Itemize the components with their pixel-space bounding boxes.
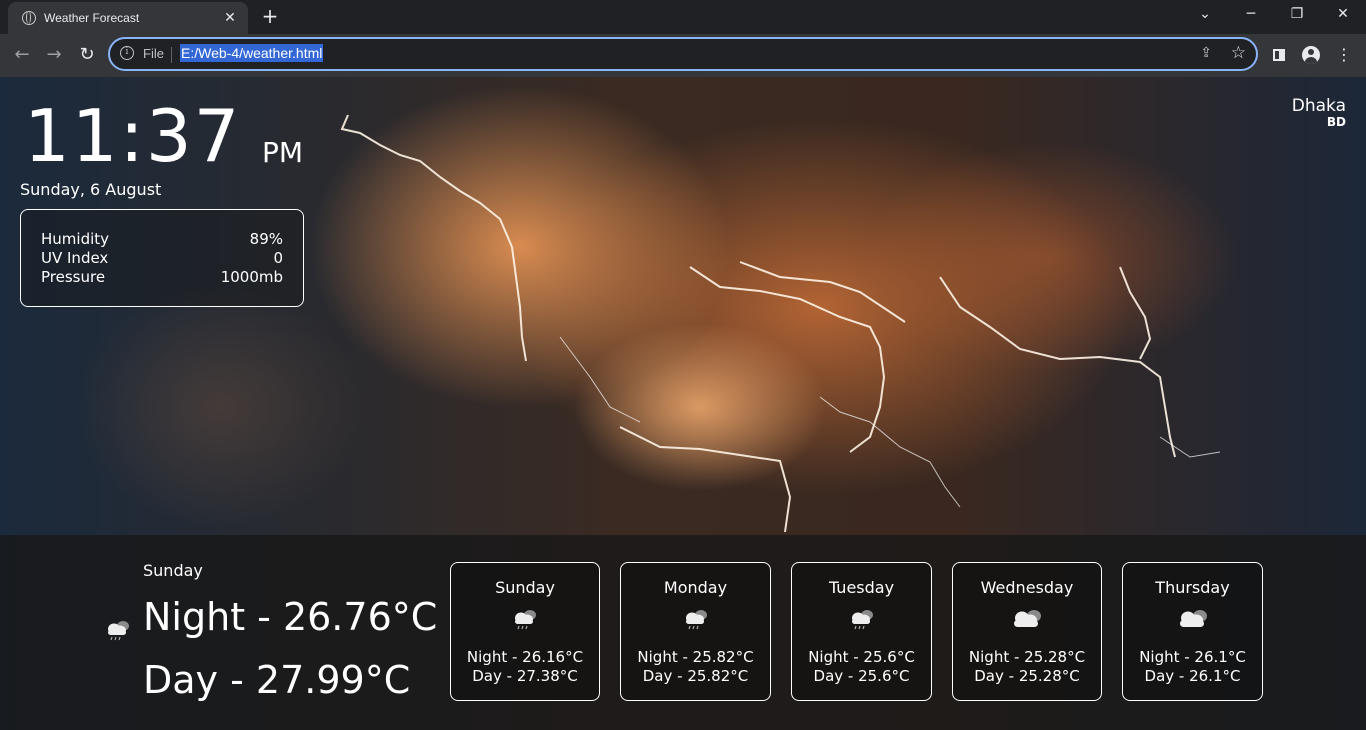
weather-page: 11:37 PM Sunday, 6 August Humidity 89% U…	[0, 77, 1366, 730]
forecast-day: Monday	[663, 578, 728, 597]
cloud-rain-icon	[108, 621, 129, 641]
tab-close-icon[interactable]: ✕	[222, 10, 238, 26]
detail-value: 89%	[249, 230, 283, 248]
detail-value: 0	[273, 249, 283, 267]
today-day-temp: Day - 27.99°C	[143, 658, 411, 702]
detail-row-uv-index: UV Index 0	[41, 249, 283, 268]
share-icon[interactable]: ⇪	[1200, 45, 1212, 61]
url-text[interactable]: E:/Web-4/weather.html	[180, 44, 324, 62]
forecast-card-monday: Monday Night - 25.82°C Day - 25.82°C	[620, 562, 771, 701]
cloud-icon	[1014, 610, 1041, 627]
side-panel-button[interactable]	[1268, 44, 1290, 66]
forecast-night-temp: Night - 26.16°C	[466, 648, 584, 666]
forecast-card-thursday: Thursday Night - 26.1°C Day - 26.1°C	[1122, 562, 1263, 701]
detail-row-humidity: Humidity 89%	[41, 230, 283, 249]
weather-details-box: Humidity 89% UV Index 0 Pressure 1000mb	[20, 209, 304, 307]
forecast-night-temp: Night - 25.6°C	[808, 648, 915, 666]
forecast-day-temp: Day - 27.38°C	[472, 667, 578, 685]
window-close-button[interactable]: ✕	[1331, 6, 1355, 22]
new-tab-button[interactable]: +	[259, 5, 281, 27]
address-bar[interactable]: i File E:/Web-4/weather.html ⇪ ☆	[108, 37, 1258, 71]
reload-button[interactable]: ↻	[75, 43, 99, 67]
detail-row-pressure: Pressure 1000mb	[41, 268, 283, 287]
restore-button[interactable]: ❐	[1285, 6, 1309, 22]
divider	[171, 47, 172, 63]
cloud-rain-icon	[515, 610, 536, 630]
today-night-temp: Night - 26.76°C	[143, 595, 438, 639]
forecast-night-temp: Night - 25.82°C	[637, 648, 754, 666]
detail-label: Pressure	[41, 268, 106, 286]
current-time: 11:37	[24, 94, 242, 178]
forecast-panel: Sunday Night - 26.76°C Day - 27.99°C Sun…	[0, 535, 1366, 730]
scheme-label: File	[143, 46, 164, 61]
detail-value: 1000mb	[220, 268, 283, 286]
globe-icon	[22, 11, 36, 25]
site-info-icon[interactable]: i	[120, 46, 134, 60]
forecast-card-sunday: Sunday Night - 26.16°C Day - 27.38°C	[450, 562, 600, 701]
am-pm-indicator: PM	[262, 136, 304, 169]
detail-label: UV Index	[41, 249, 109, 267]
forecast-day-temp: Day - 25.28°C	[974, 667, 1080, 685]
forecast-day: Wednesday	[980, 578, 1074, 597]
forecast-day-temp: Day - 25.6°C	[813, 667, 910, 685]
profile-button[interactable]	[1300, 44, 1322, 66]
forecast-day: Thursday	[1155, 578, 1230, 597]
bookmark-star-icon[interactable]: ☆	[1231, 43, 1246, 63]
back-button[interactable]: ←	[10, 43, 34, 67]
forecast-day-temp: Day - 25.82°C	[642, 667, 749, 685]
menu-kebab-icon[interactable]: ⋮	[1333, 44, 1355, 66]
location-city: Dhaka	[1291, 96, 1346, 116]
profile-avatar-icon	[1302, 46, 1320, 64]
forecast-day: Tuesday	[828, 578, 895, 597]
tab-search-chevron-icon[interactable]: ⌄	[1193, 6, 1217, 22]
detail-label: Humidity	[41, 230, 110, 248]
browser-tab-strip: Weather Forecast ✕ + ⌄ ─ ❐ ✕	[0, 0, 1366, 34]
browser-tab[interactable]: Weather Forecast ✕	[8, 2, 248, 34]
forecast-night-temp: Night - 26.1°C	[1139, 648, 1246, 666]
minimize-button[interactable]: ─	[1239, 6, 1263, 22]
side-panel-icon	[1273, 49, 1285, 61]
forecast-night-temp: Night - 25.28°C	[968, 648, 1086, 666]
browser-toolbar: ← → ↻ i File E:/Web-4/weather.html ⇪ ☆ ⋮	[0, 34, 1366, 77]
forecast-day: Sunday	[495, 578, 555, 597]
current-date: Sunday, 6 August	[20, 180, 162, 199]
tab-title: Weather Forecast	[44, 11, 140, 25]
forward-button[interactable]: →	[42, 43, 66, 67]
cloud-rain-icon	[685, 610, 707, 630]
location-country: BD	[1326, 115, 1346, 129]
today-day-label: Sunday	[143, 561, 203, 580]
forecast-card-wednesday: Wednesday Night - 25.28°C Day - 25.28°C	[952, 562, 1102, 701]
cloud-icon	[1179, 610, 1207, 627]
cloud-rain-icon	[851, 610, 873, 630]
forecast-card-tuesday: Tuesday Night - 25.6°C Day - 25.6°C	[791, 562, 932, 701]
forecast-day-temp: Day - 26.1°C	[1144, 667, 1241, 685]
